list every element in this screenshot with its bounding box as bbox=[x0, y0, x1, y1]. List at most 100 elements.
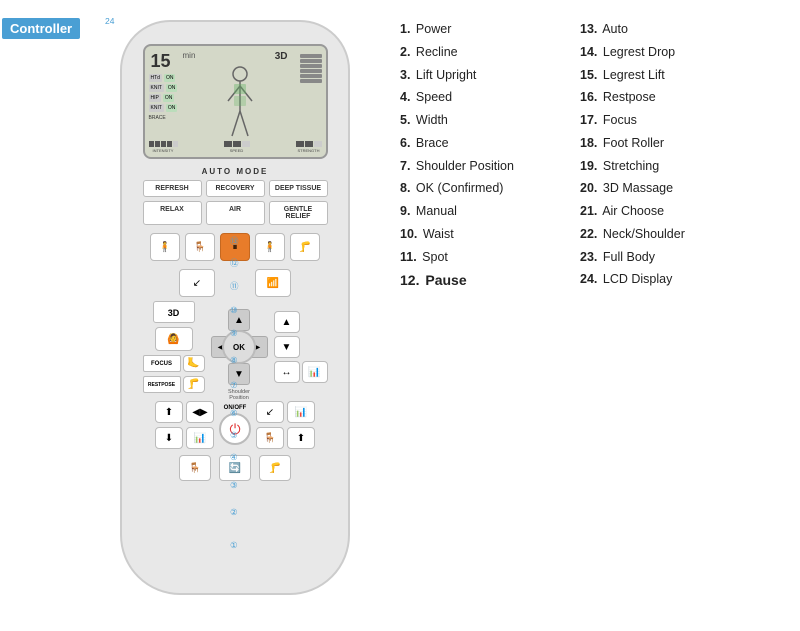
list-item-20: 20. 3D Massage bbox=[580, 179, 710, 198]
btn-5-width[interactable]: ↔ bbox=[274, 361, 300, 383]
list-item-15: 15. Legrest Lift bbox=[580, 66, 710, 85]
air-button[interactable]: AIR bbox=[206, 201, 265, 225]
list-item-16: 16. Restpose bbox=[580, 88, 710, 107]
list-item-18: 18. Foot Roller bbox=[580, 134, 710, 153]
onoff-right-row1: ↙ 📊 bbox=[256, 401, 315, 423]
intensity-section: INTENSITY bbox=[149, 141, 178, 153]
ann-7: ⑦ bbox=[230, 380, 238, 391]
relax-button[interactable]: RELAX bbox=[143, 201, 202, 225]
items-11-12-row: 11. Spot bbox=[400, 248, 560, 267]
right-ctrl-col: ▲ ▼ ↔ 📊 bbox=[274, 311, 328, 383]
btn-23-full-body[interactable]: 🪑 bbox=[185, 233, 215, 261]
btn-11-spot[interactable]: 🧍 bbox=[255, 233, 285, 261]
recovery-button[interactable]: RECOVERY bbox=[206, 180, 265, 197]
list-item-1: 1. Power bbox=[400, 20, 560, 39]
list-item-3: 3. Lift Upright bbox=[400, 66, 560, 85]
deep-tissue-button[interactable]: DEEP TISSUE bbox=[269, 180, 328, 197]
list-item-11: 11. Spot bbox=[400, 248, 448, 267]
btn-13-auto[interactable]: 📊 bbox=[287, 401, 315, 423]
onoff-right-btns: ↙ 📊 🪑 ⬆ bbox=[256, 401, 315, 449]
left-ctrl-col: 3D 🙆 FOCUS 🦶 RESTPOSE 🦵 bbox=[143, 301, 205, 393]
btn-6-brace[interactable]: ▼ bbox=[274, 336, 300, 358]
lcd-row-2: KNIT ON bbox=[149, 84, 178, 92]
ann-1: ① bbox=[230, 540, 238, 551]
lcd-right-bars bbox=[300, 54, 322, 83]
lcd-3d: 3D bbox=[275, 51, 288, 62]
lcd-row-4: KNIT ON bbox=[149, 104, 178, 112]
strength-section: STRENGTH bbox=[296, 141, 322, 153]
lcd-display: 15 min 3D HTd ON KNIT ON HIP ON KNIT bbox=[143, 44, 328, 159]
lcd-settings-left: HTd ON KNIT ON HIP ON KNIT ON BRACE bbox=[149, 74, 178, 121]
btn-21-air-choose[interactable]: ↙ bbox=[179, 269, 215, 297]
btn-20-3d-massage[interactable]: 3D bbox=[153, 301, 195, 323]
btn-leg-down[interactable]: ⬇ bbox=[155, 427, 183, 449]
auto-mode-section: AUTO MODE REFRESH RECOVERY DEEP TISSUE R… bbox=[143, 167, 328, 225]
controller-label: Controller bbox=[2, 18, 80, 39]
list-col-1: 1. Power 2. Recline 3. Lift Upright 4. S… bbox=[400, 20, 560, 291]
btn-18-foot-roller[interactable]: 🦶 bbox=[183, 355, 205, 372]
ann-6: ⑥ bbox=[230, 408, 238, 419]
ann-3: ③ bbox=[230, 480, 238, 491]
btn-strength[interactable]: 📊 bbox=[186, 427, 214, 449]
remote-control: 15 min 3D HTd ON KNIT ON HIP ON KNIT bbox=[100, 20, 370, 610]
btn-wifi[interactable]: 📶 bbox=[255, 269, 291, 297]
speed-section: SPEED bbox=[224, 141, 250, 153]
right-icon-col: ▲ ▼ ↔ 📊 bbox=[274, 311, 328, 383]
refresh-button[interactable]: REFRESH bbox=[143, 180, 202, 197]
ann-13: ⑬ bbox=[230, 235, 239, 247]
lcd-row-3: HIP ON bbox=[149, 94, 178, 102]
lcd-min: min bbox=[183, 51, 196, 60]
list-item-22: 22. Neck/Shoulder bbox=[580, 225, 710, 244]
btn-2-recline[interactable]: 🪑 bbox=[256, 427, 284, 449]
lcd-row-1: HTd ON bbox=[149, 74, 178, 82]
ann-4: ④ bbox=[230, 452, 238, 463]
ann-2: ② bbox=[230, 507, 238, 518]
btn-14-legrest-drop[interactable]: ↙ bbox=[256, 401, 284, 423]
btn-waist-mid[interactable]: ◀▶ bbox=[186, 401, 214, 423]
list-item-8: 8. OK (Confirmed) bbox=[400, 179, 560, 198]
btn-waist-left[interactable]: ⬆ bbox=[155, 401, 183, 423]
onoff-left-row2: ⬇ 📊 bbox=[155, 427, 214, 449]
btn-19-stretching[interactable]: 🙆 bbox=[155, 327, 193, 351]
ann-10: ⑩ bbox=[230, 305, 238, 316]
btn-8-ok[interactable]: OK bbox=[222, 330, 256, 364]
list-item-2: 2. Recline bbox=[400, 43, 560, 62]
onoff-left-btns: ⬆ ◀▶ ⬇ 📊 bbox=[155, 401, 214, 449]
btn-17-focus[interactable]: FOCUS bbox=[143, 355, 181, 372]
gentle-relief-button[interactable]: GENTLE RELIEF bbox=[269, 201, 328, 225]
lcd-brace-label: BRACE bbox=[149, 115, 178, 121]
list-item-6: 6. Brace bbox=[400, 134, 560, 153]
onoff-right-row2: 🪑 ⬆ bbox=[256, 427, 315, 449]
list-item-14: 14. Legrest Drop bbox=[580, 43, 710, 62]
btn-leg[interactable]: 🦵 bbox=[183, 376, 205, 393]
list-item-7: 7. Shoulder Position bbox=[400, 157, 560, 176]
list-item-4: 4. Speed bbox=[400, 88, 560, 107]
dpad: ▲ ▼ ◀ ▶ OK ShoulderPosition bbox=[209, 307, 270, 387]
btn-7-shoulder[interactable]: ▲ bbox=[274, 311, 300, 333]
list-item-23: 23. Full Body bbox=[580, 248, 710, 267]
focus-row: FOCUS 🦶 bbox=[143, 355, 205, 372]
list-item-10: 10. Waist bbox=[400, 225, 560, 244]
ann-9: ⑨ bbox=[230, 328, 238, 339]
btn-15-legrest-lift[interactable]: 🦵 bbox=[290, 233, 320, 261]
list-columns: 1. Power 2. Recline 3. Lift Upright 4. S… bbox=[400, 20, 780, 291]
onoff-left-row1: ⬆ ◀▶ bbox=[155, 401, 214, 423]
lcd-bottom-labels: INTENSITY SPEED bbox=[149, 141, 322, 153]
ann-24: 24 bbox=[105, 16, 114, 26]
btn-bottom-left[interactable]: 🪑 bbox=[179, 455, 211, 481]
list-item-19: 19. Stretching bbox=[580, 157, 710, 176]
list-col-2: 13. Auto 14. Legrest Drop 15. Legrest Li… bbox=[580, 20, 710, 291]
wide-narrow-row: ↔ 📊 bbox=[274, 361, 328, 383]
list-item-9: 9. Manual bbox=[400, 202, 560, 221]
btn-bottom-right[interactable]: 🦵 bbox=[259, 455, 291, 481]
btn-22-neck-shoulder[interactable]: 🧍 bbox=[150, 233, 180, 261]
right-panel: 1. Power 2. Recline 3. Lift Upright 4. S… bbox=[400, 20, 780, 291]
btn-3-lift-upright[interactable]: ⬆ bbox=[287, 427, 315, 449]
btn-16-restpose[interactable]: RESTPOSE bbox=[143, 376, 181, 393]
restpose-row: RESTPOSE 🦵 bbox=[143, 376, 205, 393]
list-item-13: 13. Auto bbox=[580, 20, 710, 39]
btn-4-speed[interactable]: 📊 bbox=[302, 361, 328, 383]
list-item-21: 21. Air Choose bbox=[580, 202, 710, 221]
lcd-time: 15 bbox=[151, 51, 171, 72]
list-item-5: 5. Width bbox=[400, 111, 560, 130]
